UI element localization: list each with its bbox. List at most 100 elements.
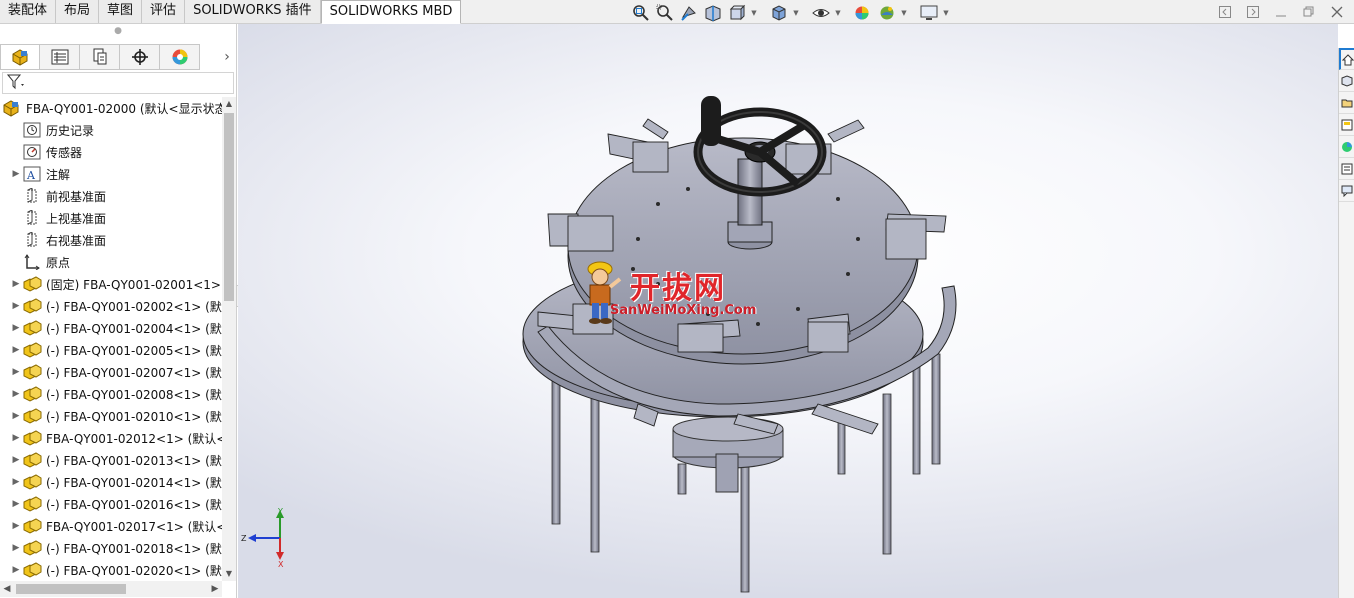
custom-properties-icon[interactable] [1339, 180, 1354, 202]
tab-5[interactable]: SOLIDWORKS MBD [320, 0, 462, 24]
appearances-icon[interactable] [1339, 136, 1354, 158]
window-controls [1214, 3, 1348, 21]
tab-2[interactable]: 草图 [99, 0, 143, 23]
chevron-down-icon[interactable]: ▼ [792, 3, 800, 23]
featuremanager-icon[interactable] [0, 44, 40, 70]
chevron-down-icon[interactable]: ▼ [834, 3, 842, 23]
tree-item[interactable]: 上视基准面 [0, 207, 222, 229]
expand-arrow-icon[interactable]: ▶ [10, 389, 22, 399]
tree-item[interactable]: ▶ (-) FBA-QY001-02020<1> (默认 [0, 559, 222, 581]
expand-arrow-icon[interactable]: ▶ [10, 543, 22, 553]
filter-icon[interactable] [6, 74, 27, 93]
scroll-thumb[interactable] [16, 584, 126, 594]
expand-arrow-icon[interactable]: ▶ [10, 499, 22, 509]
tree-root[interactable]: FBA-QY001-02000 (默认<显示状态 [0, 97, 222, 119]
display-style-icon[interactable] [768, 3, 790, 23]
expand-arrow-icon[interactable]: ▶ [10, 477, 22, 487]
close-icon[interactable] [1326, 3, 1348, 21]
design-library-icon[interactable] [1339, 92, 1354, 114]
tree-vertical-scrollbar[interactable]: ▲ ▼ [222, 97, 236, 581]
propertymanager-icon[interactable] [40, 44, 80, 70]
zoom-to-area-icon[interactable] [654, 3, 676, 23]
tree-item[interactable]: ▶ (-) FBA-QY001-02010<1> (默认 [0, 405, 222, 427]
expand-arrow-icon[interactable]: ▶ [10, 565, 22, 575]
tree-item[interactable]: ▶ (-) FBA-QY001-02014<1> (默认 [0, 471, 222, 493]
expand-arrow-icon[interactable]: ▶ [10, 411, 22, 421]
tree-item[interactable]: ▶ FBA-QY001-02012<1> (默认< [0, 427, 222, 449]
tile-right-icon[interactable] [1242, 3, 1264, 21]
tree-item[interactable]: ▶ (-) FBA-QY001-02008<1> (默认 [0, 383, 222, 405]
view-settings-icon[interactable] [918, 3, 940, 23]
scroll-thumb[interactable] [224, 113, 234, 301]
home-icon[interactable] [1339, 48, 1354, 70]
tree-item[interactable]: 前视基准面 [0, 185, 222, 207]
expand-arrow-icon[interactable]: ▶ [10, 301, 22, 311]
tree-item[interactable]: ▶ (固定) FBA-QY001-02001<1> ( [0, 273, 222, 295]
scroll-left-icon[interactable]: ◀ [0, 581, 14, 597]
tree-item[interactable]: 历史记录 [0, 119, 222, 141]
chevron-down-icon[interactable]: ▼ [750, 3, 758, 23]
scroll-right-icon[interactable]: ▶ [208, 581, 222, 597]
panel-grip[interactable]: ● [0, 24, 236, 42]
tree-item[interactable]: ▶ (-) FBA-QY001-02013<1> (默认 [0, 449, 222, 471]
expand-arrow-icon[interactable]: ▶ [10, 279, 22, 289]
tree-root-label: FBA-QY001-02000 (默认<显示状态 [26, 101, 222, 116]
chevron-down-icon[interactable]: ▼ [900, 3, 908, 23]
hide-show-icon[interactable] [810, 3, 832, 23]
assembly-model[interactable] [238, 24, 1338, 598]
previous-view-icon[interactable] [678, 3, 700, 23]
file-explorer-icon[interactable] [1339, 114, 1354, 136]
tab-4[interactable]: SOLIDWORKS 插件 [185, 0, 321, 23]
chevron-down-icon[interactable]: ▼ [942, 3, 950, 23]
tab-3[interactable]: 评估 [142, 0, 186, 23]
expand-arrow-icon[interactable]: ▶ [10, 169, 22, 179]
tree-item[interactable]: ▶ FBA-QY001-02017<1> (默认< [0, 515, 222, 537]
graphics-area[interactable]: 开拔网 SanWeiMoXing.Com Y Z X [238, 24, 1338, 598]
tree-item[interactable]: ▶ (-) FBA-QY001-02016<1> (默认 [0, 493, 222, 515]
tree-item[interactable]: 原点 [0, 251, 222, 273]
annotation-icon: A [22, 165, 42, 183]
tree-item[interactable]: ▶ (-) FBA-QY001-02007<1> (默认 [0, 361, 222, 383]
tree-filter[interactable] [2, 72, 234, 94]
dimxpertmanager-icon[interactable] [120, 44, 160, 70]
tree-item[interactable]: ▶ (-) FBA-QY001-02018<1> (默认 [0, 537, 222, 559]
expand-arrow-icon[interactable]: ▶ [10, 345, 22, 355]
zoom-to-fit-icon[interactable] [630, 3, 652, 23]
plane-icon [22, 231, 42, 249]
tree-item[interactable]: ▶ A 注解 [0, 163, 222, 185]
configurationmanager-icon[interactable] [80, 44, 120, 70]
tree-item[interactable]: ▶ (-) FBA-QY001-02002<1> (默认 [0, 295, 222, 317]
tree-item[interactable]: ▶ (-) FBA-QY001-02005<1> (默认 [0, 339, 222, 361]
tree-item[interactable]: 右视基准面 [0, 229, 222, 251]
apply-scene-icon[interactable] [876, 3, 898, 23]
view-orientation-icon[interactable] [726, 3, 748, 23]
expand-arrow-icon[interactable]: ▶ [10, 521, 22, 531]
tab-0[interactable]: 装配体 [0, 0, 57, 23]
tree-item-label: (-) FBA-QY001-02008<1> (默认 [46, 387, 222, 402]
restore-icon[interactable] [1298, 3, 1320, 21]
expand-arrow-icon[interactable]: ▶ [10, 455, 22, 465]
watermark-url: SanWeiMoXing.Com [610, 303, 757, 318]
tree-item[interactable]: ▶ (-) FBA-QY001-02004<1> (默认 [0, 317, 222, 339]
edit-appearance-icon[interactable] [852, 3, 874, 23]
expand-arrow-icon[interactable]: ▶ [10, 433, 22, 443]
plane-icon [22, 187, 42, 205]
tree-item-label: 上视基准面 [46, 211, 107, 226]
tree-item[interactable]: 传感器 [0, 141, 222, 163]
chevron-right-icon[interactable]: › [218, 46, 236, 68]
view-palette-icon[interactable] [1339, 158, 1354, 180]
expand-arrow-icon[interactable]: ▶ [10, 323, 22, 333]
site-watermark: 开拔网 SanWeiMoXing.Com [580, 259, 780, 329]
scroll-down-icon[interactable]: ▼ [222, 567, 236, 581]
displaymanager-icon[interactable] [160, 44, 200, 70]
tile-left-icon[interactable] [1214, 3, 1236, 21]
tab-1[interactable]: 布局 [56, 0, 100, 23]
tree-horizontal-scrollbar[interactable]: ◀ ▶ [0, 581, 222, 597]
scroll-up-icon[interactable]: ▲ [222, 97, 236, 111]
resources-icon[interactable] [1339, 70, 1354, 92]
tree-item-label: (-) FBA-QY001-02016<1> (默认 [46, 497, 222, 512]
expand-arrow-icon[interactable]: ▶ [10, 367, 22, 377]
command-manager-tabbar: 装配体 布局 草图 评估 SOLIDWORKS 插件 SOLIDWORKS MBD ▼ ▼… [0, 0, 1354, 24]
minimize-icon[interactable] [1270, 3, 1292, 21]
section-view-icon[interactable] [702, 3, 724, 23]
